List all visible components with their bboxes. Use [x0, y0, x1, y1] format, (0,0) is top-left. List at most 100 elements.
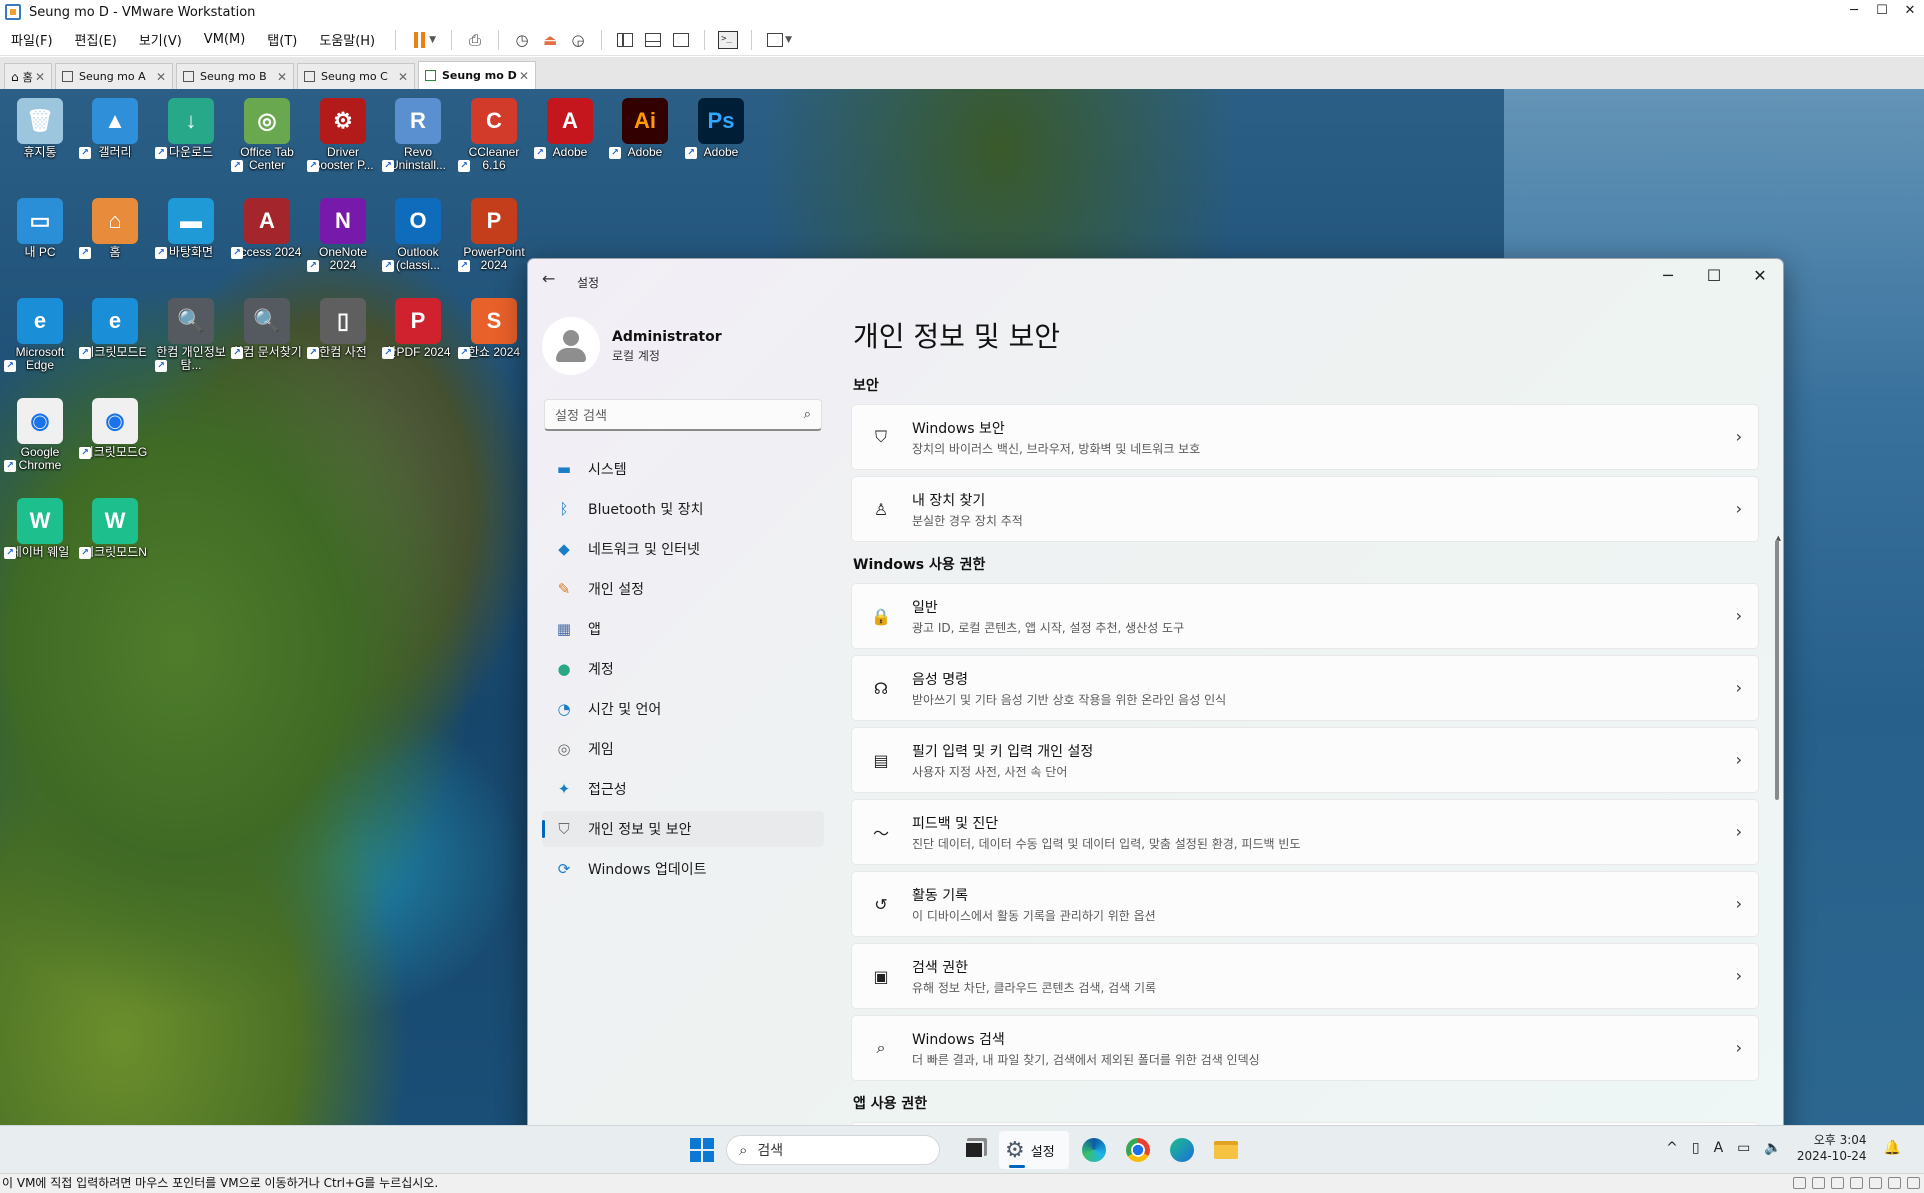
maximize-button[interactable]: ☐	[1868, 0, 1896, 24]
close-tab-icon[interactable]: ✕	[519, 69, 529, 83]
settings-card[interactable]: ⛉ Windows 보안 장치의 바이러스 백신, 브라우저, 방화벽 및 네트워크…	[851, 404, 1759, 470]
console-view-button[interactable]: >_	[714, 27, 742, 53]
network-status-icon[interactable]	[1831, 1177, 1844, 1189]
thumbnail-bar-button[interactable]	[639, 27, 667, 53]
full-screen-button[interactable]	[667, 27, 695, 53]
sidebar-item[interactable]: ✎ 개인 설정	[542, 571, 824, 607]
tab-seung-mo-b[interactable]: Seung mo B ✕	[176, 63, 294, 89]
desktop-icon[interactable]: 🔍 ↗ 한컴 문서찾기	[231, 298, 303, 359]
desktop-icon[interactable]: ▭ 내 PC	[4, 198, 76, 259]
settings-card[interactable]: ▤ 필기 입력 및 키 입력 개인 설정 사용자 지정 사전, 사전 속 단어 ›	[851, 727, 1759, 793]
snapshot-manager-button[interactable]: ◶	[564, 27, 592, 53]
desktop-icon[interactable]: R ↗ Revo Uninstall...	[382, 98, 454, 172]
sidebar-item[interactable]: ᛒ Bluetooth 및 장치	[542, 491, 824, 527]
sidebar-item[interactable]: ▦ 앱	[542, 611, 824, 647]
close-tab-icon[interactable]: ✕	[156, 70, 166, 84]
desktop-icon[interactable]: A ↗ Access 2024	[231, 198, 303, 259]
close-tab-icon[interactable]: ✕	[35, 70, 45, 84]
menu-view[interactable]: 보기(V)	[128, 30, 193, 49]
sidebar-item[interactable]: ● 계정	[542, 651, 824, 687]
menu-tab[interactable]: 탭(T)	[256, 30, 308, 49]
sidebar-item[interactable]: ⟳ Windows 업데이트	[542, 851, 824, 887]
content-scrollbar[interactable]	[1775, 540, 1779, 800]
taskbar-edge[interactable]	[1075, 1131, 1113, 1169]
sidebar-item[interactable]: ⛉ 개인 정보 및 보안	[542, 811, 824, 847]
desktop-icon[interactable]: ◎ ↗ Office Tab Center	[231, 98, 303, 172]
settings-card[interactable]: 🔒 일반 광고 ID, 로컬 콘텐츠, 앱 시작, 설정 추천, 생산성 도구 ›	[851, 583, 1759, 649]
desktop-icon[interactable]: ◉ ↗ Google Chrome	[4, 398, 76, 472]
hdd-status-icon[interactable]	[1793, 1177, 1806, 1189]
settings-maximize-button[interactable]: ☐	[1691, 259, 1737, 295]
desktop-icon[interactable]: P ↗ PowerPoint 2024	[458, 198, 530, 272]
settings-card[interactable]: ♙ 내 장치 찾기 분실한 경우 장치 추적 ›	[851, 476, 1759, 542]
sidebar-item[interactable]: ✦ 접근성	[542, 771, 824, 807]
menu-file[interactable]: 파일(F)	[0, 30, 64, 49]
sidebar-item[interactable]: ◆ 네트워크 및 인터넷	[542, 531, 824, 567]
guest-desktop[interactable]: 🗑 휴지통 ▲ ↗ 갤러리 ↓ ↗ 다운로드 ◎ ↗ Office Tab Center ⚙ ↗ Driv…	[0, 89, 1924, 1125]
close-tab-icon[interactable]: ✕	[398, 70, 408, 84]
desktop-icon[interactable]: 🗑 휴지통	[4, 98, 76, 159]
show-hidden-icons-chevron-icon[interactable]: ^	[1666, 1140, 1678, 1156]
desktop-icon[interactable]: S ↗ 한쇼 2024	[458, 298, 530, 359]
tab-seung-mo-d[interactable]: Seung mo D ✕	[418, 61, 536, 89]
taskbar-settings-app[interactable]: ⚙ 설정	[999, 1131, 1069, 1169]
desktop-icon[interactable]: N ↗ OneNote 2024	[307, 198, 379, 272]
desktop-icon[interactable]: ⚙ ↗ Driver Booster P...	[307, 98, 379, 172]
desktop-icon[interactable]: P ↗ 한PDF 2024	[382, 298, 454, 359]
start-button[interactable]	[690, 1138, 714, 1162]
desktop-icon[interactable]: ◉ ↗ 시크릿모드G	[79, 398, 151, 459]
task-view-button[interactable]	[955, 1131, 993, 1169]
taskbar-search[interactable]: ⌕ 검색	[726, 1135, 940, 1165]
user-profile[interactable]: Administrator 로컬 계정	[542, 317, 722, 375]
usb-device-icon[interactable]: ▯	[1692, 1140, 1700, 1156]
desktop-icon[interactable]: C ↗ CCleaner 6.16	[458, 98, 530, 172]
sidebar-item[interactable]: ◎ 게임	[542, 731, 824, 767]
settings-card[interactable]: 〜 피드백 및 진단 진단 데이터, 데이터 수동 입력 및 데이터 입력, 맞춤 …	[851, 799, 1759, 865]
settings-minimize-button[interactable]: ─	[1645, 259, 1691, 295]
volume-icon[interactable]: 🔈	[1764, 1140, 1781, 1156]
desktop-icon[interactable]: ▯ ↗ 한컴 사전	[307, 298, 379, 359]
desktop-icon[interactable]: e ↗ 시크릿모드E	[79, 298, 151, 359]
desktop-icon[interactable]: A ↗ Adobe	[534, 98, 606, 159]
close-tab-icon[interactable]: ✕	[277, 70, 287, 84]
desktop-icon[interactable]: W ↗ 네이버 웨일	[4, 498, 76, 559]
desktop-icon[interactable]: 🔍 ↗ 한컴 개인정보탐...	[155, 298, 227, 372]
back-arrow-icon[interactable]: ←	[542, 269, 555, 288]
settings-card[interactable]: ↺ 활동 기록 이 디바이스에서 활동 기록을 관리하기 위한 옵션 ›	[851, 871, 1759, 937]
minimize-button[interactable]: ─	[1840, 0, 1868, 24]
taskbar-chrome[interactable]	[1119, 1131, 1157, 1169]
snapshot-button[interactable]: ◷	[508, 27, 536, 53]
close-button[interactable]: ✕	[1896, 0, 1924, 24]
desktop-icon[interactable]: ↓ ↗ 다운로드	[155, 98, 227, 159]
desktop-icon[interactable]: Ps ↗ Adobe	[685, 98, 757, 159]
menu-help[interactable]: 도움말(H)	[308, 30, 386, 49]
network-icon[interactable]: ▭	[1737, 1140, 1750, 1156]
usb-status-icon[interactable]	[1850, 1177, 1863, 1189]
taskbar-file-explorer[interactable]	[1207, 1131, 1245, 1169]
settings-card[interactable]: ⌕ Windows 검색 더 빠른 결과, 내 파일 찾기, 검색에서 제외된 폴더…	[851, 1015, 1759, 1081]
sidebar-item[interactable]: ▬ 시스템	[542, 451, 824, 487]
sound-status-icon[interactable]	[1869, 1177, 1882, 1189]
settings-card[interactable]: ▣ 검색 권한 유해 정보 차단, 클라우드 콘텐츠 검색, 검색 기록 ›	[851, 943, 1759, 1009]
desktop-icon[interactable]: Ai ↗ Adobe	[609, 98, 681, 159]
tab-seung-mo-a[interactable]: Seung mo A ✕	[55, 63, 173, 89]
desktop-icon[interactable]: e ↗ Microsoft Edge	[4, 298, 76, 372]
ime-language-icon[interactable]: A	[1714, 1140, 1724, 1156]
settings-search-input[interactable]: 설정 검색 ⌕	[544, 399, 822, 431]
desktop-icon[interactable]: O ↗ Outlook (classi...	[382, 198, 454, 272]
revert-snapshot-button[interactable]: ⏏	[536, 27, 564, 53]
tab-home[interactable]: ⌂ 홈 ✕	[4, 63, 52, 89]
message-log-icon[interactable]	[1907, 1177, 1920, 1189]
cd-status-icon[interactable]	[1812, 1177, 1825, 1189]
clock[interactable]: 오후 3:04 2024-10-24	[1797, 1132, 1867, 1164]
show-library-button[interactable]	[611, 27, 639, 53]
display-status-icon[interactable]	[1888, 1177, 1901, 1189]
desktop-icon[interactable]: ⌂ ↗ 홈	[79, 198, 151, 259]
settings-close-button[interactable]: ✕	[1737, 259, 1783, 295]
sidebar-item[interactable]: ◔ 시간 및 언어	[542, 691, 824, 727]
menu-edit[interactable]: 편집(E)	[64, 30, 128, 49]
notification-bell-icon[interactable]: 🔔	[1884, 1140, 1901, 1156]
taskbar-whale[interactable]	[1163, 1131, 1201, 1169]
settings-card[interactable]: ☊ 음성 명령 받아쓰기 및 기타 음성 기반 상호 작용을 위한 온라인 음성 인…	[851, 655, 1759, 721]
stretch-dropdown-icon[interactable]: ▼	[785, 35, 792, 45]
